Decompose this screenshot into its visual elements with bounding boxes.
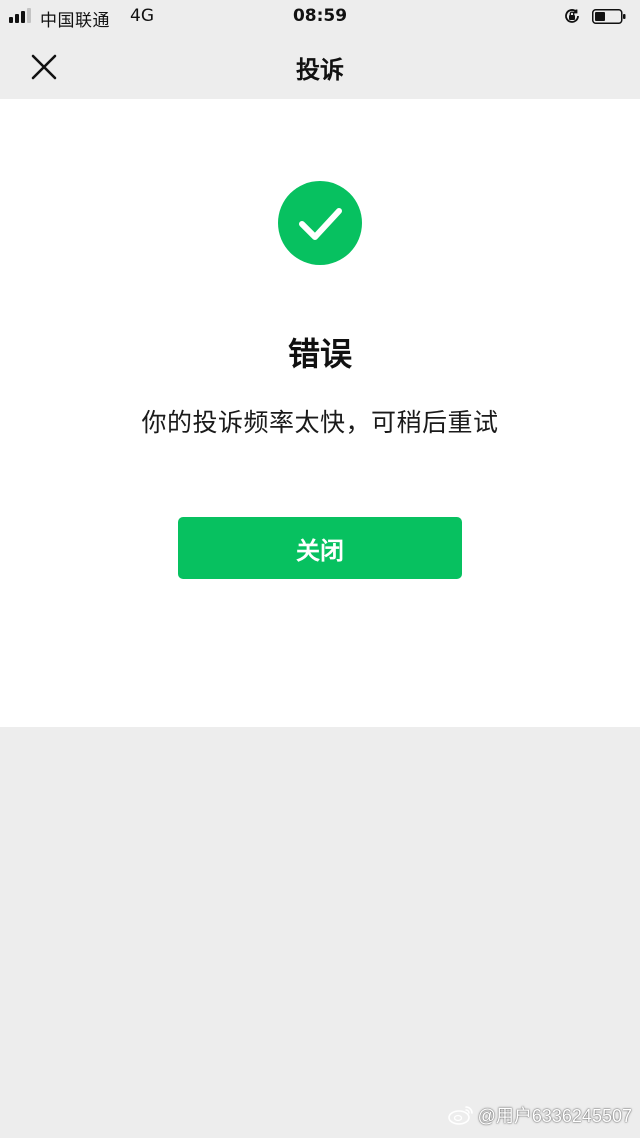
battery-icon: [592, 9, 626, 24]
watermark: @用户6336245507: [447, 1102, 632, 1128]
close-button[interactable]: 关闭: [178, 517, 462, 579]
result-description: 你的投诉频率太快，可稍后重试: [141, 408, 499, 437]
navigation-bar: 投诉: [0, 34, 640, 99]
page-title: 投诉: [296, 56, 344, 84]
weibo-logo-icon: [447, 1106, 473, 1125]
watermark-text: @用户6336245507: [477, 1106, 632, 1126]
status-time: 08:59: [292, 6, 348, 26]
rotation-lock-icon: [565, 9, 579, 23]
success-check-icon: [278, 181, 362, 265]
result-title: 错误: [287, 335, 352, 373]
result-panel: 错误 你的投诉频率太快，可稍后重试 关闭: [0, 99, 640, 727]
status-bar: 中国联通 4G 08:59: [0, 0, 640, 34]
